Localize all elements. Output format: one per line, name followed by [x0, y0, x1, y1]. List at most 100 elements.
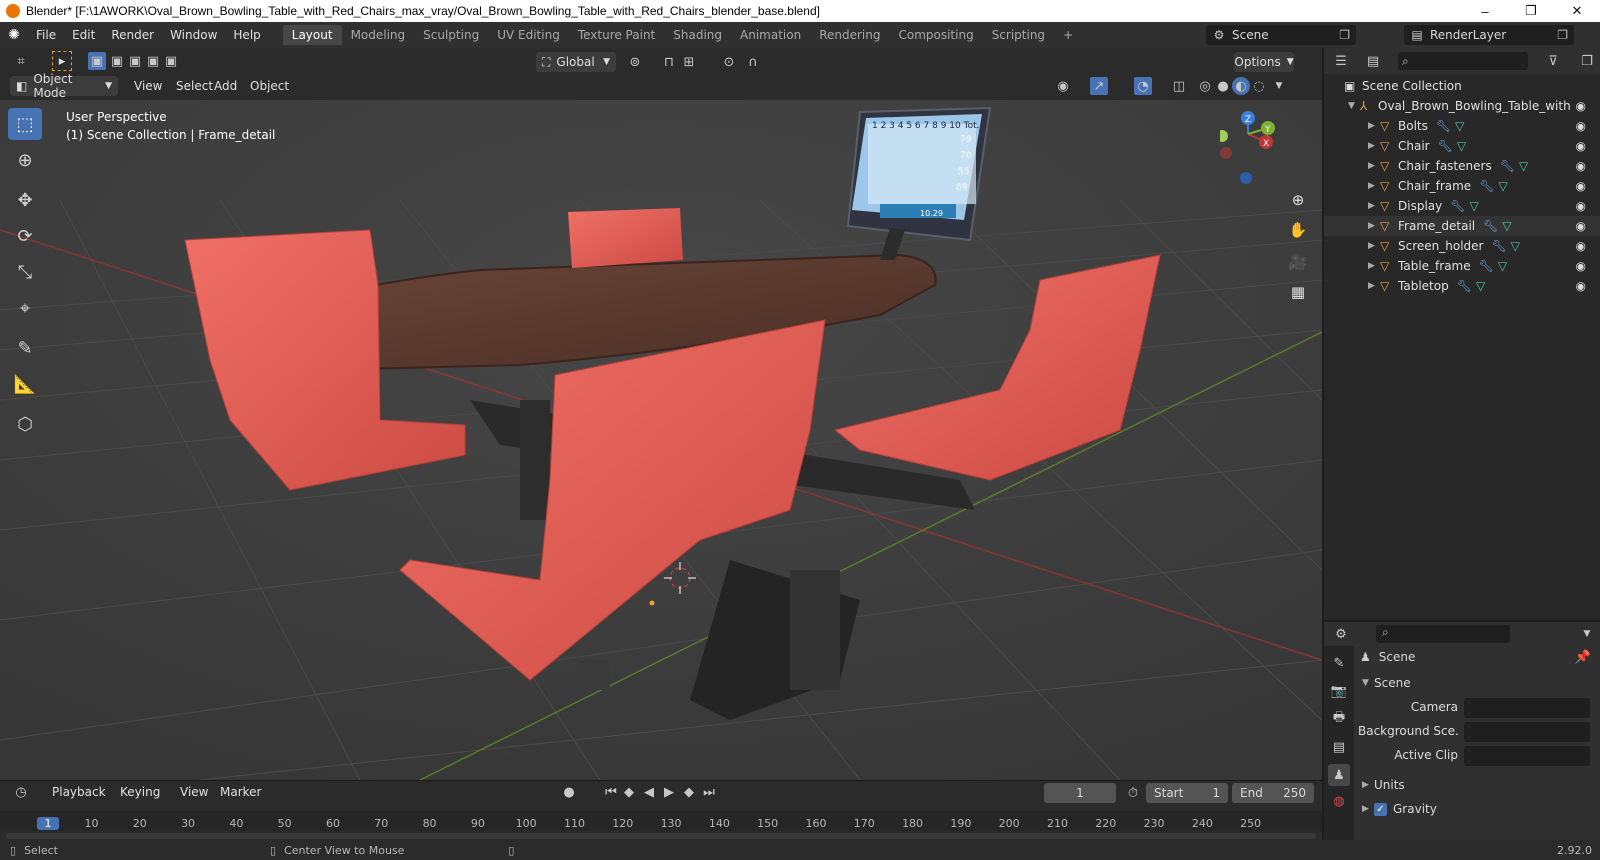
timeline-menu-playback[interactable]: Playback — [44, 785, 114, 799]
gizmo-neg-z-axis[interactable] — [1240, 172, 1252, 184]
move-tool-icon[interactable]: ✥ — [8, 184, 42, 216]
tab-animation[interactable]: Animation — [731, 25, 810, 45]
expand-arrow-icon[interactable]: ▶ — [1368, 181, 1380, 191]
jump-end-icon[interactable]: ⏭ — [700, 783, 718, 801]
selection-mode-extend-icon[interactable]: ▣ — [108, 52, 126, 70]
view-layer-tab-icon[interactable]: ▤ — [1330, 738, 1348, 756]
timeline-menu-marker[interactable]: Marker — [212, 785, 269, 799]
rendered-shading-icon[interactable]: ◌ — [1250, 77, 1268, 95]
add-cube-tool-icon[interactable]: ⬡ — [8, 408, 42, 440]
eye-icon[interactable]: ◉ — [1576, 279, 1586, 293]
gravity-checkbox[interactable]: ✓ — [1374, 802, 1387, 816]
tab-shading[interactable]: Shading — [664, 25, 731, 45]
pivot-point-icon[interactable]: ⊚ — [626, 53, 644, 71]
scene-selector[interactable]: ⚙ Scene ❐ — [1206, 25, 1356, 45]
eye-icon[interactable]: ◉ — [1576, 159, 1586, 173]
outliner-item[interactable]: ▶ ▽ Table_frame 🔧︎ ▽ ◉ — [1324, 256, 1600, 276]
selection-mode-subtract-icon[interactable]: ▣ — [126, 52, 144, 70]
wireframe-shading-icon[interactable]: ◎ — [1196, 77, 1214, 95]
modifier-wrench-icon[interactable]: 🔧︎ — [1438, 139, 1453, 153]
render-tab-icon[interactable]: 📷 — [1330, 682, 1348, 700]
eye-icon[interactable]: ◉ — [1576, 179, 1586, 193]
copy-scene-icon[interactable]: ❐ — [1339, 28, 1350, 42]
play-icon[interactable]: ▶ — [660, 783, 678, 801]
eye-icon[interactable]: ◉ — [1576, 239, 1586, 253]
transform-orientation-dropdown[interactable]: ⛶ Global ▼ — [536, 52, 616, 72]
expand-arrow-icon[interactable]: ▼ — [1348, 101, 1360, 111]
scene-panel-header[interactable]: ▼ Scene — [1358, 672, 1594, 694]
viewport-menu-object[interactable]: Object — [242, 79, 297, 93]
jump-next-key-icon[interactable]: ◆ — [680, 783, 698, 801]
outliner-item[interactable]: ▶ ▽ Chair_fasteners 🔧︎ ▽ ◉ — [1324, 156, 1600, 176]
new-collection-icon[interactable]: ❐ — [1578, 52, 1596, 70]
selection-mode-invert-icon[interactable]: ▣ — [144, 52, 162, 70]
zoom-icon[interactable]: ⊕ — [1284, 186, 1312, 214]
timeline-menu-keying[interactable]: Keying — [112, 785, 168, 799]
rotate-tool-icon[interactable]: ⟳ — [8, 220, 42, 252]
expand-arrow-icon[interactable]: ▶ — [1368, 121, 1380, 131]
ortho-grid-icon[interactable]: ▦ — [1284, 278, 1312, 306]
annotate-tool-icon[interactable]: ✎ — [8, 332, 42, 364]
tool-tab-icon[interactable]: ✎ — [1330, 654, 1348, 672]
mesh-data-icon[interactable]: ▽ — [1498, 179, 1507, 193]
transform-tool-icon[interactable]: ⌖ — [8, 292, 42, 324]
select-box-tool-icon[interactable]: ⬚ — [8, 108, 42, 140]
selection-mode-new-icon[interactable]: ▣ — [88, 52, 106, 70]
mode-dropdown[interactable]: ◧ Object Mode ▼ — [10, 72, 118, 100]
preview-range-icon[interactable]: ⏱ — [1124, 784, 1142, 802]
shading-options-chevron-icon[interactable]: ▼ — [1270, 77, 1288, 95]
tab-scripting[interactable]: Scripting — [983, 25, 1054, 45]
outliner-item[interactable]: ▶ ▽ Display 🔧︎ ▽ ◉ — [1324, 196, 1600, 216]
cursor-tool-icon[interactable]: ⊕ — [8, 144, 42, 176]
outliner-item[interactable]: ▶ ▽ Bolts 🔧︎ ▽ ◉ — [1324, 116, 1600, 136]
properties-editor-icon[interactable]: ⚙ — [1332, 625, 1350, 643]
select-box-icon[interactable]: ▸ — [52, 51, 72, 71]
modifier-wrench-icon[interactable]: 🔧︎ — [1479, 179, 1494, 193]
camera-field[interactable] — [1464, 698, 1590, 718]
modifier-wrench-icon[interactable]: 🔧︎ — [1450, 199, 1465, 213]
gizmo-neg-y-axis[interactable] — [1220, 130, 1228, 142]
eye-icon[interactable]: ◉ — [1576, 219, 1586, 233]
gizmo-neg-x-axis[interactable] — [1220, 147, 1232, 159]
mesh-data-icon[interactable]: ▽ — [1519, 159, 1528, 173]
mesh-data-icon[interactable]: ▽ — [1476, 279, 1485, 293]
viewport-menu-view[interactable]: View — [126, 79, 170, 93]
expand-arrow-icon[interactable]: ▶ — [1368, 241, 1380, 251]
menu-help[interactable]: Help — [225, 28, 268, 42]
tab-uv-editing[interactable]: UV Editing — [488, 25, 569, 45]
chevron-down-icon[interactable]: ▼ — [1578, 625, 1596, 643]
eye-icon[interactable]: ◉ — [1576, 139, 1586, 153]
timeline-editor-icon[interactable]: ◷ — [12, 783, 30, 801]
camera-view-icon[interactable]: 🎥 — [1284, 248, 1312, 276]
mesh-data-icon[interactable]: ▽ — [1511, 239, 1520, 253]
maximize-button[interactable]: ❐ — [1508, 0, 1554, 22]
outliner-item[interactable]: ▶ ▽ Chair 🔧︎ ▽ ◉ — [1324, 136, 1600, 156]
expand-arrow-icon[interactable]: ▶ — [1368, 141, 1380, 151]
units-panel-header[interactable]: ▶ Units — [1358, 778, 1594, 792]
expand-arrow-icon[interactable]: ▶ — [1368, 281, 1380, 291]
eye-icon[interactable]: ◉ — [1576, 99, 1586, 113]
measure-tool-icon[interactable]: 📐 — [8, 368, 42, 400]
close-button[interactable]: ✕ — [1554, 0, 1600, 22]
falloff-icon[interactable]: ∩ — [744, 53, 762, 71]
scale-tool-icon[interactable]: ⤡ — [8, 256, 42, 288]
tab-rendering[interactable]: Rendering — [810, 25, 889, 45]
jump-start-icon[interactable]: ⏮ — [602, 783, 620, 801]
expand-arrow-icon[interactable]: ▶ — [1368, 161, 1380, 171]
outliner-item[interactable]: ▶ ▽ Tabletop 🔧︎ ▽ ◉ — [1324, 276, 1600, 296]
copy-renderlayer-icon[interactable]: ❐ — [1557, 28, 1568, 42]
minimize-button[interactable]: – — [1462, 0, 1508, 22]
modifier-wrench-icon[interactable]: 🔧︎ — [1500, 159, 1515, 173]
display-mode-icon[interactable]: ▤ — [1364, 52, 1382, 70]
outliner-item[interactable]: ▶ ▽ Screen_holder 🔧︎ ▽ ◉ — [1324, 236, 1600, 256]
outliner-search-input[interactable]: ⌕ — [1398, 52, 1528, 70]
3d-viewport[interactable]: 1 2 3 4 5 6 7 8 9 10 Tot. 10.29 79 70 55… — [0, 100, 1322, 780]
material-shading-icon[interactable]: ◐ — [1232, 77, 1250, 95]
jump-prev-key-icon[interactable]: ◆ — [620, 783, 638, 801]
panel-collapse-icon[interactable]: ▼ — [1362, 678, 1374, 688]
outliner-root-object[interactable]: ▼ ⅄ Oval_Brown_Bowling_Table_with ◉ — [1324, 96, 1600, 116]
modifier-wrench-icon[interactable]: 🔧︎ — [1436, 119, 1451, 133]
active-clip-field[interactable] — [1464, 746, 1590, 766]
mesh-data-icon[interactable]: ▽ — [1498, 259, 1507, 273]
tab-modeling[interactable]: Modeling — [342, 25, 415, 45]
